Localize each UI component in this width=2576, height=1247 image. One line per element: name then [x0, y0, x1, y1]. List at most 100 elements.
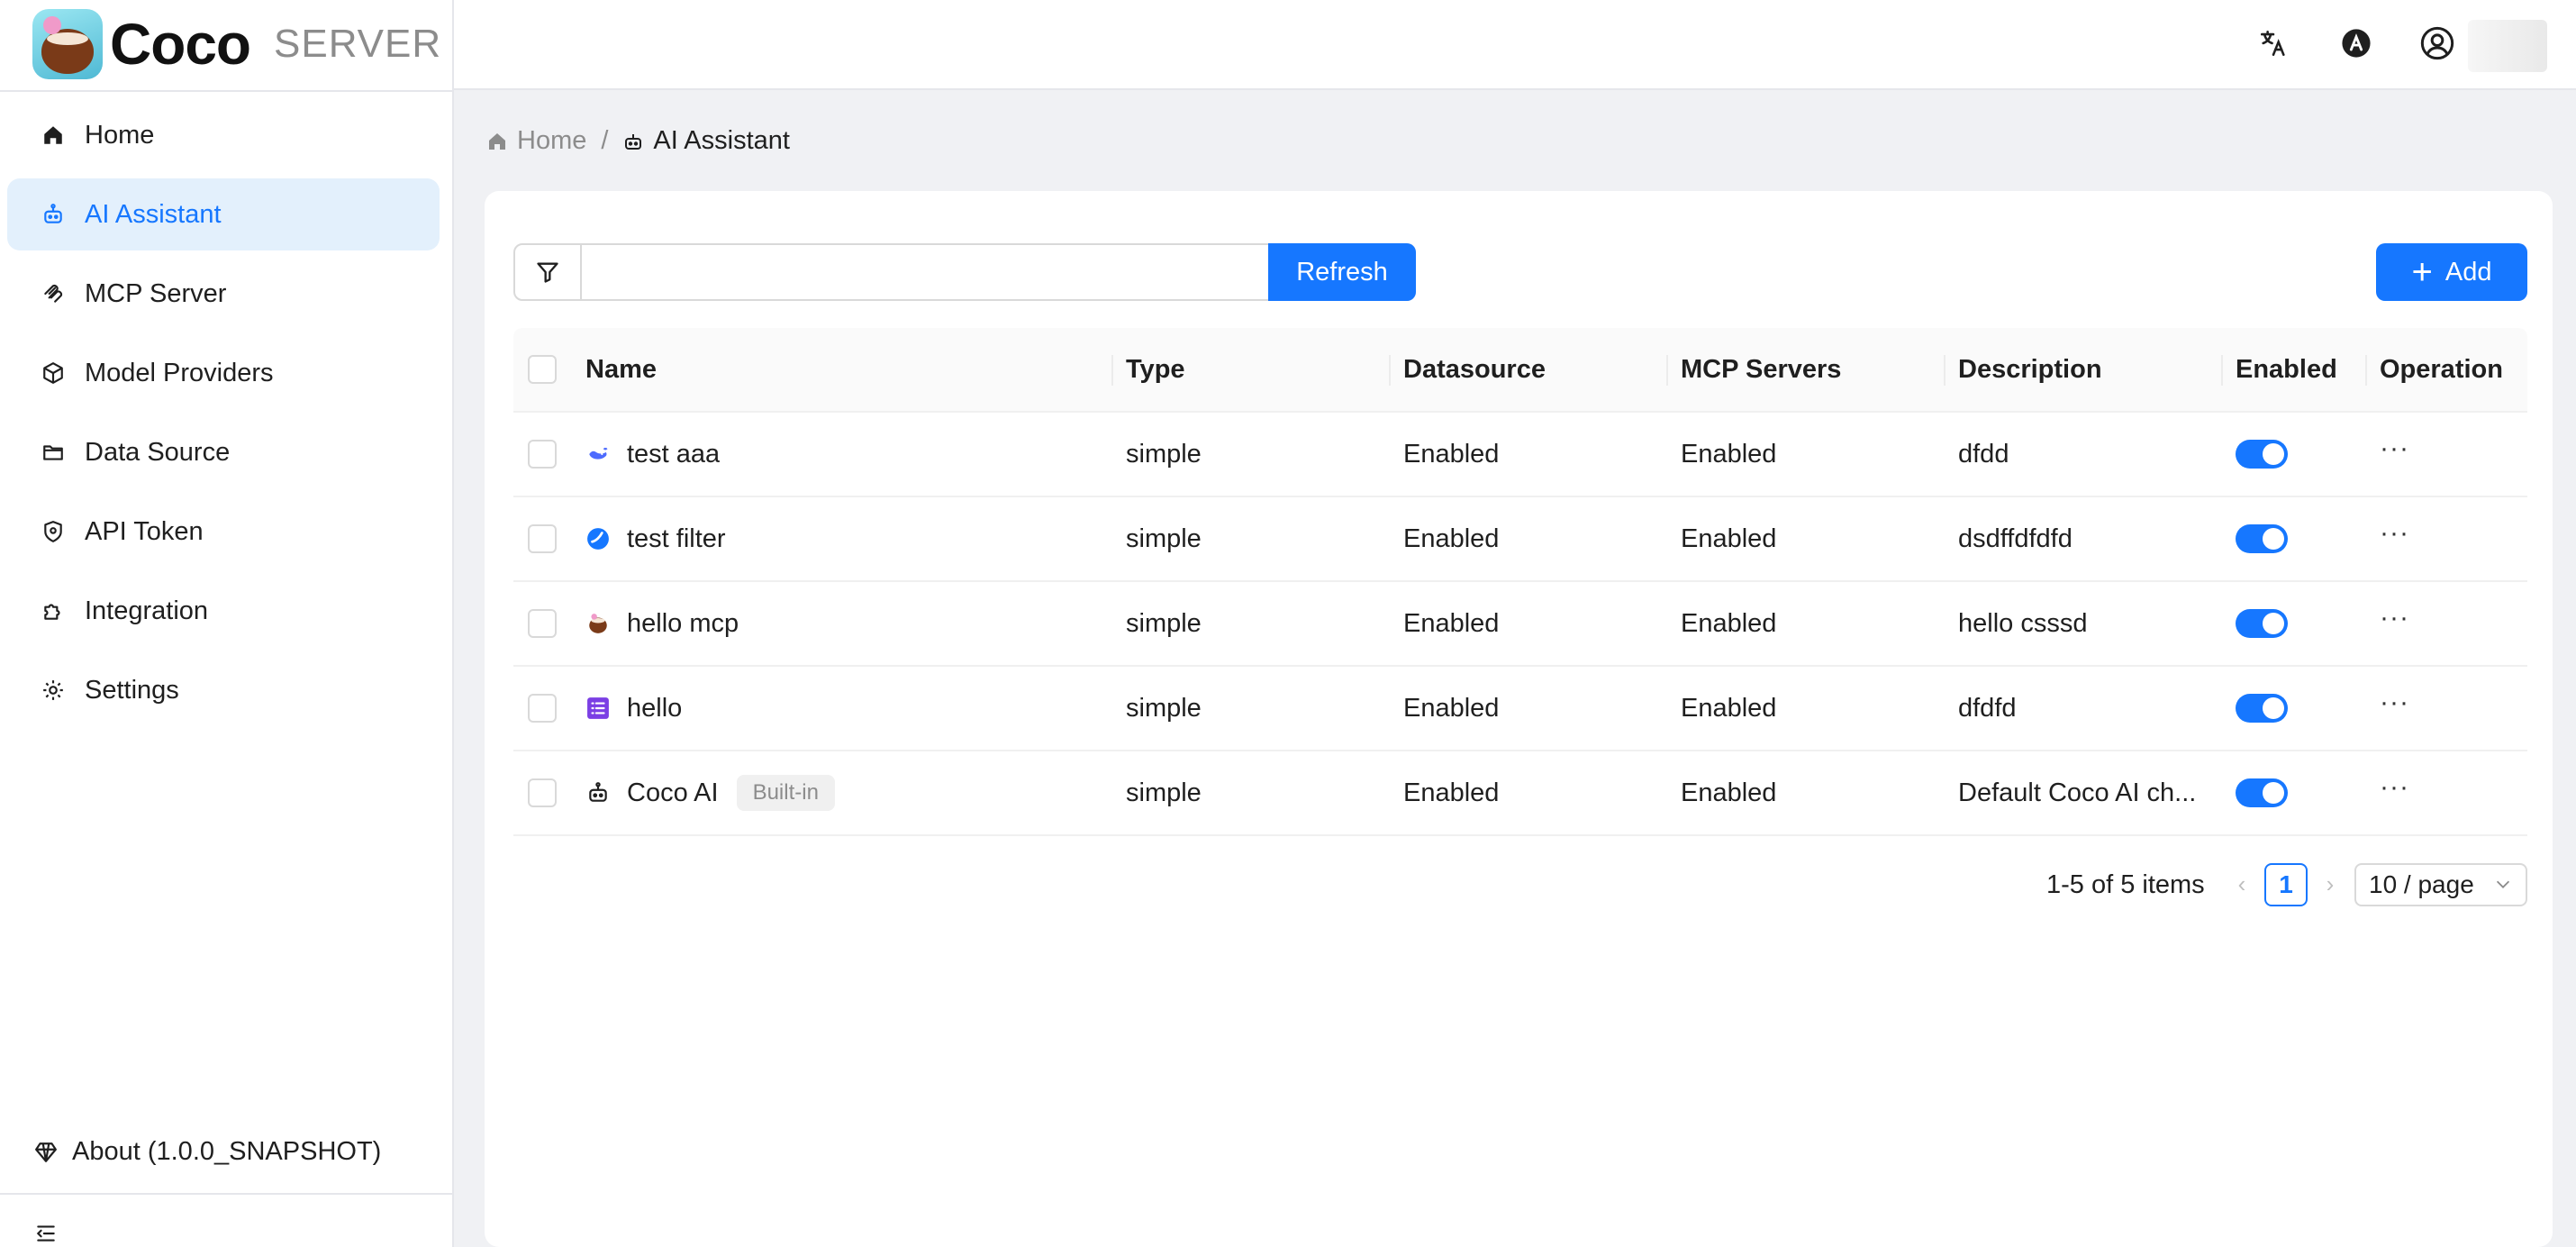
sidebar-item-label: Integration	[85, 596, 209, 625]
name-cell: test aaa	[585, 413, 720, 496]
chevron-down-icon	[2496, 880, 2510, 888]
filter-button[interactable]	[515, 245, 582, 299]
top-bar	[454, 0, 2576, 90]
column-header-name[interactable]: Name	[585, 328, 657, 411]
assistant-name[interactable]: Coco AI	[627, 778, 719, 808]
mcp-servers-cell: Enabled	[1681, 778, 1777, 807]
sidebar-item-integration[interactable]: Integration	[7, 575, 440, 647]
next-page-icon[interactable]: ›	[2315, 869, 2345, 899]
enabled-toggle[interactable]	[2236, 609, 2288, 638]
sidebar-item-label: Home	[85, 120, 155, 150]
datasource-cell: Enabled	[1403, 778, 1500, 807]
assistant-name[interactable]: hello mcp	[627, 609, 739, 639]
user-icon[interactable]	[2417, 23, 2457, 63]
more-options-icon[interactable]: ···	[2380, 435, 2409, 462]
description-cell: dfdfd	[1958, 693, 2017, 723]
name-cell: test filter	[585, 497, 726, 580]
row-checkbox[interactable]	[528, 524, 557, 553]
theme-icon[interactable]	[2336, 23, 2376, 63]
table-row[interactable]: hello simple Enabled Enabled dfdfd ···	[513, 667, 2527, 751]
description-cell: dfdd	[1958, 439, 2009, 469]
select-all-cell	[528, 328, 557, 411]
enabled-toggle[interactable]	[2236, 694, 2288, 723]
logo[interactable]: Coco SERVER	[32, 7, 441, 81]
more-options-icon[interactable]: ···	[2380, 605, 2409, 632]
column-header-operation: Operation	[2380, 354, 2503, 384]
sidebar-item-model-providers[interactable]: Model Providers	[7, 337, 440, 409]
add-button[interactable]: + Add	[2376, 243, 2527, 301]
description-cell: hello csssd	[1958, 608, 2088, 638]
sidebar-item-api-token[interactable]: API Token	[7, 496, 440, 568]
about-label: About (1.0.0_SNAPSHOT)	[72, 1137, 382, 1166]
sidebar-item-data-source[interactable]: Data Source	[7, 416, 440, 488]
collapse-sidebar-icon[interactable]	[34, 1222, 58, 1245]
sidebar-item-label: AI Assistant	[85, 199, 222, 229]
mcp-servers-cell: Enabled	[1681, 608, 1777, 638]
description-cell: Default Coco AI ch...	[1958, 778, 2197, 807]
breadcrumb-home[interactable]: Home	[486, 126, 586, 156]
breadcrumb: Home / AI Assistant	[486, 126, 790, 156]
more-options-icon[interactable]: ···	[2380, 520, 2409, 547]
breadcrumb-current: AI Assistant	[622, 126, 790, 156]
sidebar-item-ai-assistant[interactable]: AI Assistant	[7, 178, 440, 250]
column-header-description[interactable]: Description	[1958, 328, 2102, 411]
column-header-mcp-servers[interactable]: MCP Servers	[1681, 328, 1841, 411]
home-icon	[489, 132, 505, 150]
row-checkbox[interactable]	[528, 694, 557, 723]
table-row[interactable]: Coco AI Built-in simple Enabled Enabled …	[513, 751, 2527, 836]
search-input[interactable]	[582, 245, 1268, 299]
sidebar-item-label: Model Providers	[85, 358, 274, 387]
row-checkbox[interactable]	[528, 778, 557, 807]
sidebar-item-label: Settings	[85, 675, 179, 705]
prev-page-icon[interactable]: ‹	[2227, 869, 2257, 899]
robot-icon	[40, 201, 67, 228]
table-row[interactable]: test filter simple Enabled Enabled dsdff…	[513, 497, 2527, 582]
type-cell: simple	[1126, 693, 1202, 723]
assistant-name[interactable]: test aaa	[627, 440, 720, 469]
enabled-toggle[interactable]	[2236, 440, 2288, 469]
more-options-icon[interactable]: ···	[2380, 689, 2409, 716]
robot-icon	[585, 780, 611, 806]
about-link[interactable]: About (1.0.0_SNAPSHOT)	[32, 1137, 381, 1167]
built-in-badge: Built-in	[736, 775, 835, 811]
name-cell: hello mcp	[585, 582, 739, 665]
sidebar-item-settings[interactable]: Settings	[7, 654, 440, 726]
refresh-button[interactable]: Refresh	[1268, 243, 1416, 301]
assistant-name[interactable]: hello	[627, 694, 682, 724]
brand-subtitle: SERVER	[274, 22, 442, 66]
sidebar-item-home[interactable]: Home	[7, 99, 440, 171]
row-checkbox[interactable]	[528, 609, 557, 638]
sidebar-header-divider	[0, 90, 454, 92]
more-options-icon[interactable]: ···	[2380, 774, 2409, 801]
enabled-toggle[interactable]	[2236, 778, 2288, 807]
mcp-servers-cell: Enabled	[1681, 523, 1777, 553]
page-size-select[interactable]: 10 / page	[2354, 863, 2527, 906]
coconut-icon	[585, 611, 611, 636]
translate-icon[interactable]	[2254, 23, 2293, 63]
mcp-icon	[40, 280, 67, 307]
assistant-name[interactable]: test filter	[627, 524, 726, 554]
column-header-enabled[interactable]: Enabled	[2236, 328, 2337, 411]
name-cell: Coco AI Built-in	[585, 751, 835, 834]
sidebar-nav: Home AI Assistant MCP Server Model Provi…	[7, 99, 440, 733]
whale-icon	[585, 441, 611, 467]
user-avatar[interactable]	[2468, 20, 2547, 72]
list-icon	[585, 696, 611, 721]
sidebar-item-label: API Token	[85, 516, 204, 546]
breadcrumb-home-label: Home	[517, 126, 587, 155]
datasource-cell: Enabled	[1403, 439, 1500, 469]
description-cell: dsdffdfdfd	[1958, 523, 2073, 553]
content-card: Refresh + Add Name Type Datasource MCP S…	[485, 191, 2553, 1247]
datasource-cell: Enabled	[1403, 693, 1500, 723]
gear-icon	[40, 677, 67, 704]
sidebar-item-mcp-server[interactable]: MCP Server	[7, 258, 440, 330]
column-header-type[interactable]: Type	[1126, 328, 1185, 411]
row-checkbox[interactable]	[528, 440, 557, 469]
enabled-toggle[interactable]	[2236, 524, 2288, 553]
table-row[interactable]: test aaa simple Enabled Enabled dfdd ···	[513, 413, 2527, 497]
table-row[interactable]: hello mcp simple Enabled Enabled hello c…	[513, 582, 2527, 667]
select-all-checkbox[interactable]	[528, 355, 557, 384]
page-button[interactable]: 1	[2264, 863, 2308, 906]
sidebar-footer-divider	[0, 1193, 454, 1195]
column-header-datasource[interactable]: Datasource	[1403, 328, 1546, 411]
